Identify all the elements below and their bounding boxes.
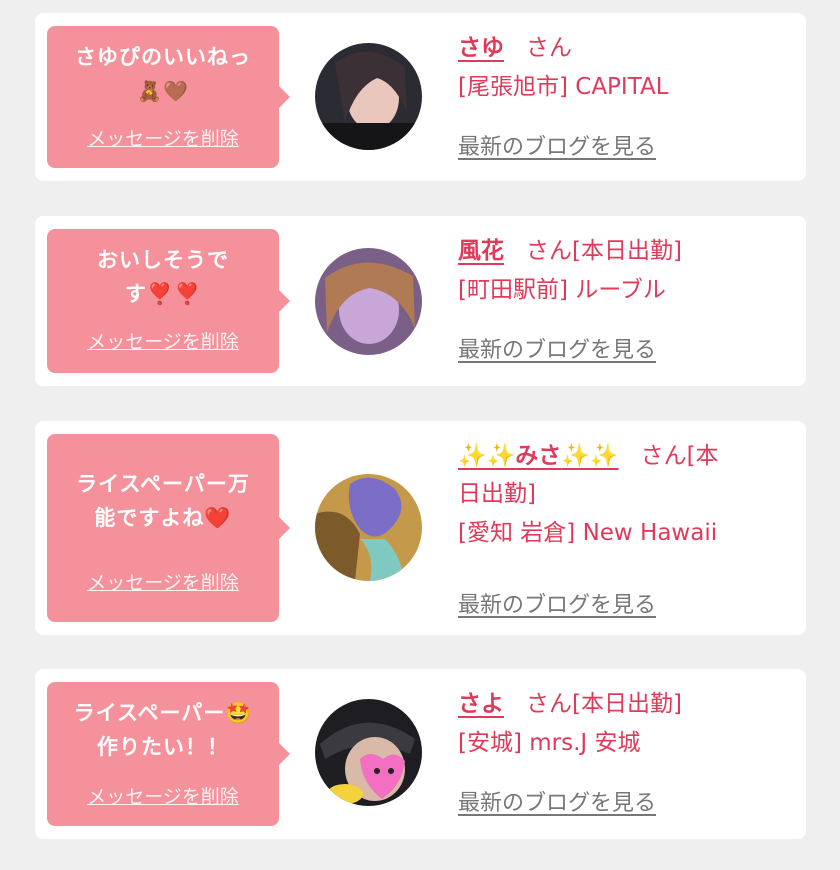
cast-name-link[interactable]: さゆ bbox=[458, 35, 504, 61]
message-text: ライスペーパー万 bbox=[76, 472, 250, 496]
message-emoji: 🧸🤎 bbox=[137, 79, 189, 103]
delete-message-link[interactable]: メッセージを削除 bbox=[47, 568, 279, 595]
message-card: ライスペーパー🤩 作りたい！！ メッセージを削除 さよ さん[本日出勤] [安城]… bbox=[35, 669, 806, 839]
latest-blog-link[interactable]: 最新のブログを見る bbox=[458, 785, 656, 817]
attendance-status: [本 bbox=[686, 443, 719, 469]
profile-info: ✨✨みさ✨✨ さん[本 日出勤] [愛知 岩倉] New Hawaii 最新のブロ… bbox=[458, 437, 786, 618]
shop-label: [愛知 岩倉] New Hawaii bbox=[458, 520, 718, 546]
avatar[interactable] bbox=[315, 43, 422, 150]
cast-name-link[interactable]: ✨✨みさ✨✨ bbox=[458, 443, 619, 469]
message-text-line2: 能ですよね❤️ bbox=[94, 506, 232, 530]
message-bubble: さゆぴのいいねっ 🧸🤎 メッセージを削除 bbox=[47, 26, 290, 168]
attendance-status-cont: 日出勤] bbox=[458, 481, 536, 507]
message-card: さゆぴのいいねっ 🧸🤎 メッセージを削除 さゆ さん [尾張旭市] CAPITAL… bbox=[35, 13, 806, 181]
latest-blog-link[interactable]: 最新のブログを見る bbox=[458, 129, 656, 161]
shop-label: [安城] mrs.J 安城 bbox=[458, 730, 641, 756]
message-text: さゆぴのいいねっ bbox=[75, 45, 251, 69]
avatar-photo bbox=[315, 474, 422, 581]
avatar-photo bbox=[315, 248, 422, 355]
message-text: ライスペーパー🤩 bbox=[73, 701, 253, 725]
honorific: さん bbox=[526, 238, 572, 264]
cast-name-link[interactable]: 風花 bbox=[458, 238, 504, 264]
avatar[interactable] bbox=[315, 474, 422, 581]
sparkle-icon: ✨✨ bbox=[561, 443, 619, 469]
cast-name-link[interactable]: さよ bbox=[458, 691, 504, 717]
shop-label: [町田駅前] ルーブル bbox=[458, 277, 666, 303]
cast-name-text: みさ bbox=[515, 443, 562, 469]
honorific: さん bbox=[526, 691, 572, 717]
attendance-status: [本日出勤] bbox=[572, 691, 682, 717]
shop-label: [尾張旭市] CAPITAL bbox=[458, 74, 669, 100]
delete-message-link[interactable]: メッセージを削除 bbox=[47, 327, 279, 354]
message-text: おいしそうで bbox=[97, 248, 229, 272]
avatar[interactable] bbox=[315, 248, 422, 355]
message-text-line2: 作りたい！！ bbox=[97, 735, 229, 759]
latest-blog-link[interactable]: 最新のブログを見る bbox=[458, 332, 656, 364]
profile-info: さゆ さん [尾張旭市] CAPITAL 最新のブログを見る bbox=[458, 29, 786, 160]
profile-info: さよ さん[本日出勤] [安城] mrs.J 安城 最新のブログを見る bbox=[458, 685, 786, 816]
message-card: ライスペーパー万 能ですよね❤️ メッセージを削除 ✨✨みさ✨✨ さん[本 日出勤… bbox=[35, 421, 806, 635]
message-card: おいしそうで す❣️❣️ メッセージを削除 風花 さん[本日出勤] [町田駅前] … bbox=[35, 216, 806, 386]
honorific: さん bbox=[526, 35, 572, 61]
sparkle-icon: ✨✨ bbox=[458, 443, 516, 469]
favorite-message-list: さゆぴのいいねっ 🧸🤎 メッセージを削除 さゆ さん [尾張旭市] CAPITAL… bbox=[0, 0, 840, 870]
attendance-status: [本日出勤] bbox=[572, 238, 682, 264]
delete-message-link[interactable]: メッセージを削除 bbox=[47, 124, 279, 151]
avatar[interactable] bbox=[315, 699, 422, 806]
message-bubble: ライスペーパー万 能ですよね❤️ メッセージを削除 bbox=[47, 434, 290, 622]
avatar-photo bbox=[315, 699, 422, 806]
latest-blog-link[interactable]: 最新のブログを見る bbox=[458, 587, 656, 619]
message-bubble: ライスペーパー🤩 作りたい！！ メッセージを削除 bbox=[47, 682, 290, 826]
profile-info: 風花 さん[本日出勤] [町田駅前] ルーブル 最新のブログを見る bbox=[458, 232, 786, 363]
message-text-line2: す❣️❣️ bbox=[124, 282, 202, 306]
delete-message-link[interactable]: メッセージを削除 bbox=[47, 782, 279, 809]
message-bubble: おいしそうで す❣️❣️ メッセージを削除 bbox=[47, 229, 290, 373]
honorific: さん bbox=[640, 443, 687, 469]
avatar-photo bbox=[315, 43, 422, 150]
